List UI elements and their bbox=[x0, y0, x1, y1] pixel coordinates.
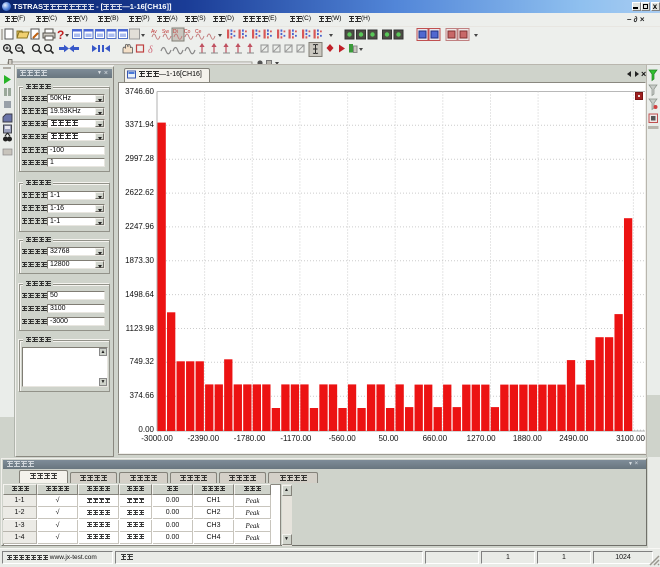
svg-text:δ: δ bbox=[148, 45, 153, 56]
svg-text:Di: Di bbox=[173, 29, 178, 35]
svg-text:Av: Av bbox=[151, 29, 157, 35]
svg-text:Co: Co bbox=[184, 29, 191, 35]
svg-text:Sw: Sw bbox=[162, 29, 169, 35]
svg-text:?: ? bbox=[57, 28, 64, 42]
svg-text:Ce: Ce bbox=[195, 29, 202, 35]
